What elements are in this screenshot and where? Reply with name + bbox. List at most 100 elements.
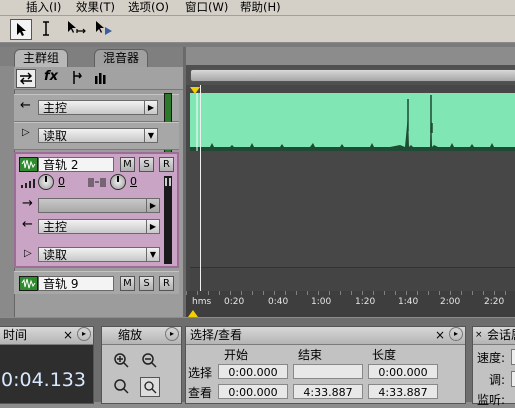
zoom-scrollbar[interactable] (190, 69, 515, 82)
menu-options[interactable]: 选项(O) (128, 0, 169, 14)
expand-arrow-icon[interactable]: ▷ (24, 248, 32, 259)
selection-view-panel: 选择/查看 × ▸ 开始 结束 长度 选择 0:00.000 0:00.000 … (185, 326, 466, 404)
master-automation-row: ▷ 读取 ▼ (14, 122, 179, 150)
output-label: 主控 (43, 101, 68, 115)
master-output-row: ← 主控 ▶ (14, 93, 179, 153)
menu-insert[interactable]: 插入(I) (26, 0, 61, 14)
output-select[interactable]: 主控 ▶ (38, 100, 158, 115)
track-name-field[interactable]: 音轨 9 (38, 276, 114, 291)
multitrack-area[interactable] (186, 85, 515, 317)
panel-menu-icon[interactable]: ▸ (449, 327, 463, 341)
close-icon[interactable]: × (475, 327, 483, 344)
zoom-panel-header: 缩放 ▸ (102, 327, 181, 345)
session-panel-header: × 会话属 (473, 327, 515, 345)
chevron-right-icon: ▶ (144, 101, 157, 114)
speed-field[interactable] (511, 349, 515, 365)
pan-knob[interactable] (110, 174, 126, 190)
ruler-tick: 1:00 (311, 297, 332, 307)
swap-icon[interactable] (16, 69, 36, 88)
time-panel-header: 时间 × ▸ (0, 327, 93, 345)
column-header-length: 长度 (372, 348, 397, 362)
solo-button[interactable]: S (139, 276, 154, 291)
panel-left-gutter (0, 66, 15, 317)
waveform-track-icon (19, 276, 38, 291)
menu-effects[interactable]: 效果(T) (76, 0, 115, 14)
row-label-view: 查看 (188, 386, 213, 400)
end-marker-icon[interactable] (188, 310, 198, 317)
track-name-field[interactable]: 音轨 2 (38, 157, 114, 172)
selection-length-field[interactable]: 0:00.000 (368, 364, 438, 379)
tool-bar (0, 16, 515, 43)
chevron-down-icon: ▼ (144, 129, 157, 142)
expand-arrow-icon[interactable]: ▷ (22, 127, 30, 138)
output-label: 主控 (43, 220, 68, 234)
time-display: 0:04.133 (1, 369, 86, 391)
input-select[interactable]: ▶ (38, 198, 160, 213)
track-9-lane[interactable] (190, 267, 515, 292)
track-2-waveform[interactable] (190, 93, 515, 151)
record-button[interactable]: R (159, 157, 174, 172)
scrub-tool-icon[interactable] (92, 19, 112, 38)
overview-bar-bg (186, 65, 515, 85)
output-arrow-icon: ← (22, 217, 33, 232)
start-marker-icon[interactable] (190, 87, 200, 94)
route-icon[interactable] (70, 70, 84, 88)
time-selection-tool-icon[interactable] (36, 19, 56, 38)
menu-help[interactable]: 帮助(H) (240, 0, 281, 14)
key-field[interactable] (511, 371, 515, 387)
ruler-tick: 0:40 (268, 297, 289, 307)
track-2-header[interactable]: 音轨 2 M S R 0 0 → ▶ ← 主控 ▶ ▷ 读取 ▼ (14, 152, 179, 268)
select-tool-icon[interactable] (10, 19, 32, 40)
track-automation-select[interactable]: 读取 ▼ (38, 247, 160, 262)
selection-start-field[interactable]: 0:00.000 (218, 364, 288, 379)
selection-end-field[interactable] (293, 364, 363, 379)
track-output-select[interactable]: 主控 ▶ (38, 219, 160, 234)
time-ruler[interactable]: hms 0:20 0:40 1:00 1:20 1:40 2:00 2:20 (186, 291, 515, 317)
view-end-field[interactable]: 4:33.887 (293, 384, 363, 399)
zoom-in-horizontal-icon[interactable] (112, 351, 130, 369)
panel-menu-icon[interactable]: ▸ (165, 327, 179, 341)
volume-icon (20, 178, 36, 192)
tab-mixer[interactable]: 混音器 (94, 49, 149, 67)
record-button[interactable]: R (159, 276, 174, 291)
ruler-tick: 1:40 (398, 297, 419, 307)
close-icon[interactable]: × (435, 327, 445, 344)
panel-title: 时间 (3, 328, 28, 342)
session-properties-panel: × 会话属 速度: 调: 监听: (472, 326, 515, 407)
view-start-field[interactable]: 0:00.000 (218, 384, 288, 399)
zoom-full-icon[interactable] (140, 377, 160, 397)
ruler-tick: 2:20 (484, 297, 505, 307)
automation-select[interactable]: 读取 ▼ (38, 128, 158, 143)
mute-button[interactable]: M (120, 157, 135, 172)
zoom-in-vertical-icon[interactable] (140, 351, 158, 369)
volume-knob[interactable] (38, 174, 54, 190)
panel-menu-icon[interactable]: ▸ (77, 327, 91, 341)
time-panel: 时间 × ▸ 0:04.133 (0, 326, 94, 404)
close-icon[interactable]: × (63, 327, 73, 344)
tab-main-group[interactable]: 主群组 (14, 49, 69, 67)
chevron-right-icon: ▶ (146, 220, 159, 233)
levels-icon[interactable] (94, 71, 108, 87)
playhead[interactable] (200, 85, 201, 307)
solo-button[interactable]: S (139, 157, 154, 172)
track-9-header[interactable]: 音轨 9 M S R (14, 271, 179, 294)
tab-label: 混音器 (103, 51, 140, 65)
volume-value[interactable]: 0 (58, 175, 65, 188)
pan-value[interactable]: 0 (130, 175, 137, 188)
ruler-tick: 1:20 (355, 297, 376, 307)
track-level-meter (164, 176, 172, 264)
panel-title: 选择/查看 (190, 328, 243, 342)
mute-button[interactable]: M (120, 276, 135, 291)
key-label: 调: (489, 373, 506, 387)
fx-icon[interactable]: fx (44, 69, 58, 84)
zoom-out-icon[interactable] (112, 377, 130, 395)
read-label: 读取 (43, 129, 68, 143)
zoom-panel: 缩放 ▸ (101, 326, 182, 404)
beat-label: 监听: (477, 393, 506, 407)
view-length-field[interactable]: 4:33.887 (368, 384, 438, 399)
menu-window[interactable]: 窗口(W) (185, 0, 228, 14)
move-tool-icon[interactable] (64, 19, 86, 38)
ruler-unit: hms (192, 297, 212, 307)
time-display-bg: 0:04.133 (0, 345, 93, 403)
ruler-tick: 0:20 (224, 297, 245, 307)
